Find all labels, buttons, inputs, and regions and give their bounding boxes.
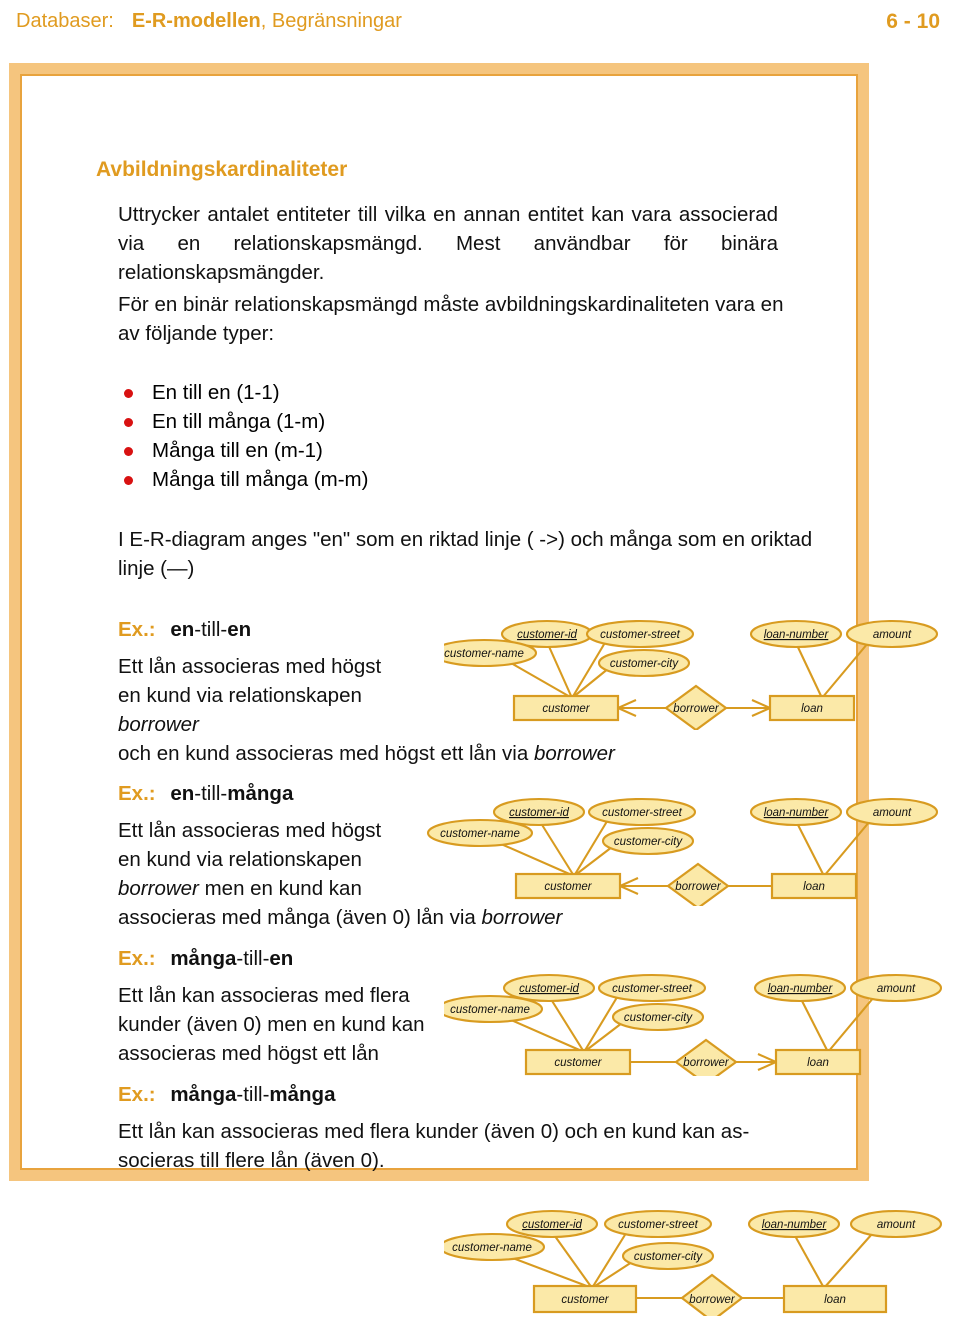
attr-customer-id: customer-id (519, 983, 579, 995)
attr-customer-id: customer-id (522, 1219, 582, 1231)
example-4-kind-a: många (170, 1083, 237, 1106)
example-2-heading: Ex.: en-till-många (118, 782, 293, 806)
attr-loan-number: loan-number (768, 983, 834, 995)
example-3-ex-label: Ex.: (118, 947, 156, 970)
relationship-borrower: borrower (675, 881, 722, 893)
slide-content: Avbildningskardinaliteter Uttrycker anta… (0, 0, 960, 1319)
bullet-dot-icon (124, 476, 133, 485)
example-3-line-1: Ett lån kan associeras med flera (118, 984, 410, 1007)
attr-amount: amount (873, 629, 912, 641)
entity-customer: customer (544, 881, 592, 893)
list-item-label: Många till en (m-1) (152, 439, 323, 462)
list-item: En till en (1-1) (118, 378, 538, 407)
bullet-dot-icon (124, 389, 133, 398)
example-1-line-3: borrower (118, 713, 199, 736)
er-diagram-one-to-one: customer-id customer-name customer-stree… (444, 612, 960, 730)
example-4-heading: Ex.: många-till-många (118, 1083, 335, 1107)
example-4-sep: -till- (236, 1083, 270, 1106)
attr-customer-city: customer-city (610, 658, 679, 670)
list-item-label: Många till många (m-m) (152, 468, 369, 491)
list-item-label: En till många (1-m) (152, 410, 326, 433)
example-4-ex-label: Ex.: (118, 1083, 156, 1106)
list-item-label: En till en (1-1) (152, 381, 280, 404)
example-1-kind-a: en (170, 618, 195, 641)
attr-amount: amount (873, 807, 912, 819)
attr-amount: amount (877, 983, 916, 995)
example-4-line-2: socieras till flere lån (även 0). (118, 1149, 385, 1172)
entity-loan: loan (803, 881, 825, 893)
page-title: Avbildningskardinaliteter (96, 158, 348, 181)
example-2-line-1: Ett lån associeras med högst (118, 819, 382, 842)
attr-customer-city: customer-city (634, 1251, 703, 1263)
example-2-line-2: en kund via relationskapen (118, 848, 362, 871)
attr-loan-number: loan-number (764, 629, 830, 641)
entity-loan: loan (801, 703, 823, 715)
attr-customer-street: customer-street (612, 983, 692, 995)
example-3-line-3: associeras med högst ett lån (118, 1042, 379, 1065)
bullet-dot-icon (124, 447, 133, 456)
example-3-kind-b: en (269, 947, 294, 970)
example-2-line-3: borrower men en kund kan (118, 877, 362, 900)
example-3-line-2: kunder (även 0) men en kund kan (118, 1013, 425, 1036)
example-3-heading: Ex.: många-till-en (118, 947, 293, 971)
paragraph-notation: I E-R-diagram anges "en" som en riktad l… (118, 528, 813, 580)
relationship-borrower: borrower (683, 1057, 730, 1069)
attr-customer-name: customer-name (452, 1242, 532, 1254)
entity-customer: customer (554, 1057, 602, 1069)
example-2-ex-label: Ex.: (118, 782, 156, 805)
attr-customer-street: customer-street (602, 807, 682, 819)
example-1-line-2: en kund via relationskapen (118, 684, 362, 707)
cardinality-type-list: En till en (1-1) En till många (1-m) Mån… (118, 378, 538, 494)
example-1-sep: -till- (194, 618, 228, 641)
attr-customer-id: customer-id (517, 629, 577, 641)
example-2-kind-b: många (227, 782, 294, 805)
attr-customer-street: customer-street (618, 1219, 698, 1231)
attr-customer-name: customer-name (444, 648, 524, 660)
paragraph-types: För en binär relationskapsmängd måste av… (118, 293, 784, 345)
er-diagram-many-to-many: customer-id customer-name customer-stree… (444, 1190, 960, 1316)
example-1-kind-b: en (227, 618, 252, 641)
entity-customer: customer (542, 703, 590, 715)
er-diagram-many-to-one: customer-id customer-name customer-stree… (444, 954, 960, 1076)
attr-customer-city: customer-city (624, 1012, 693, 1024)
example-1-ex-label: Ex.: (118, 618, 156, 641)
list-item: Många till många (m-m) (118, 465, 538, 494)
attr-customer-id: customer-id (509, 807, 569, 819)
attr-customer-city: customer-city (614, 836, 683, 848)
example-2-sep: -till- (194, 782, 228, 805)
list-item: En till många (1-m) (118, 407, 538, 436)
entity-customer: customer (561, 1294, 609, 1306)
relationship-borrower: borrower (689, 1294, 736, 1306)
attr-customer-name: customer-name (450, 1004, 530, 1016)
attr-loan-number: loan-number (762, 1219, 828, 1231)
example-3-kind-a: många (170, 947, 237, 970)
example-1-line-1: Ett lån associeras med högst (118, 655, 382, 678)
paragraph-intro: Uttrycker antalet entiteter till vilka e… (118, 203, 778, 284)
bullet-dot-icon (124, 418, 133, 427)
example-4-kind-b: många (269, 1083, 336, 1106)
example-2-line-4: associeras med många (även 0) lån via bo… (118, 906, 563, 929)
er-diagram-one-to-many: customer-id customer-name customer-stree… (426, 788, 960, 906)
example-2-kind-a: en (170, 782, 195, 805)
list-item: Många till en (m-1) (118, 436, 538, 465)
example-1-line-4: och en kund associeras med högst ett lån… (118, 742, 615, 765)
relationship-borrower: borrower (673, 703, 720, 715)
example-3-sep: -till- (236, 947, 270, 970)
example-1-heading: Ex.: en-till-en (118, 618, 251, 642)
attr-customer-name: customer-name (440, 828, 520, 840)
entity-loan: loan (807, 1057, 829, 1069)
example-4-line-1: Ett lån kan associeras med flera kunder … (118, 1120, 750, 1143)
attr-customer-street: customer-street (600, 629, 680, 641)
attr-amount: amount (877, 1219, 916, 1231)
attr-loan-number: loan-number (764, 807, 830, 819)
entity-loan: loan (824, 1294, 846, 1306)
